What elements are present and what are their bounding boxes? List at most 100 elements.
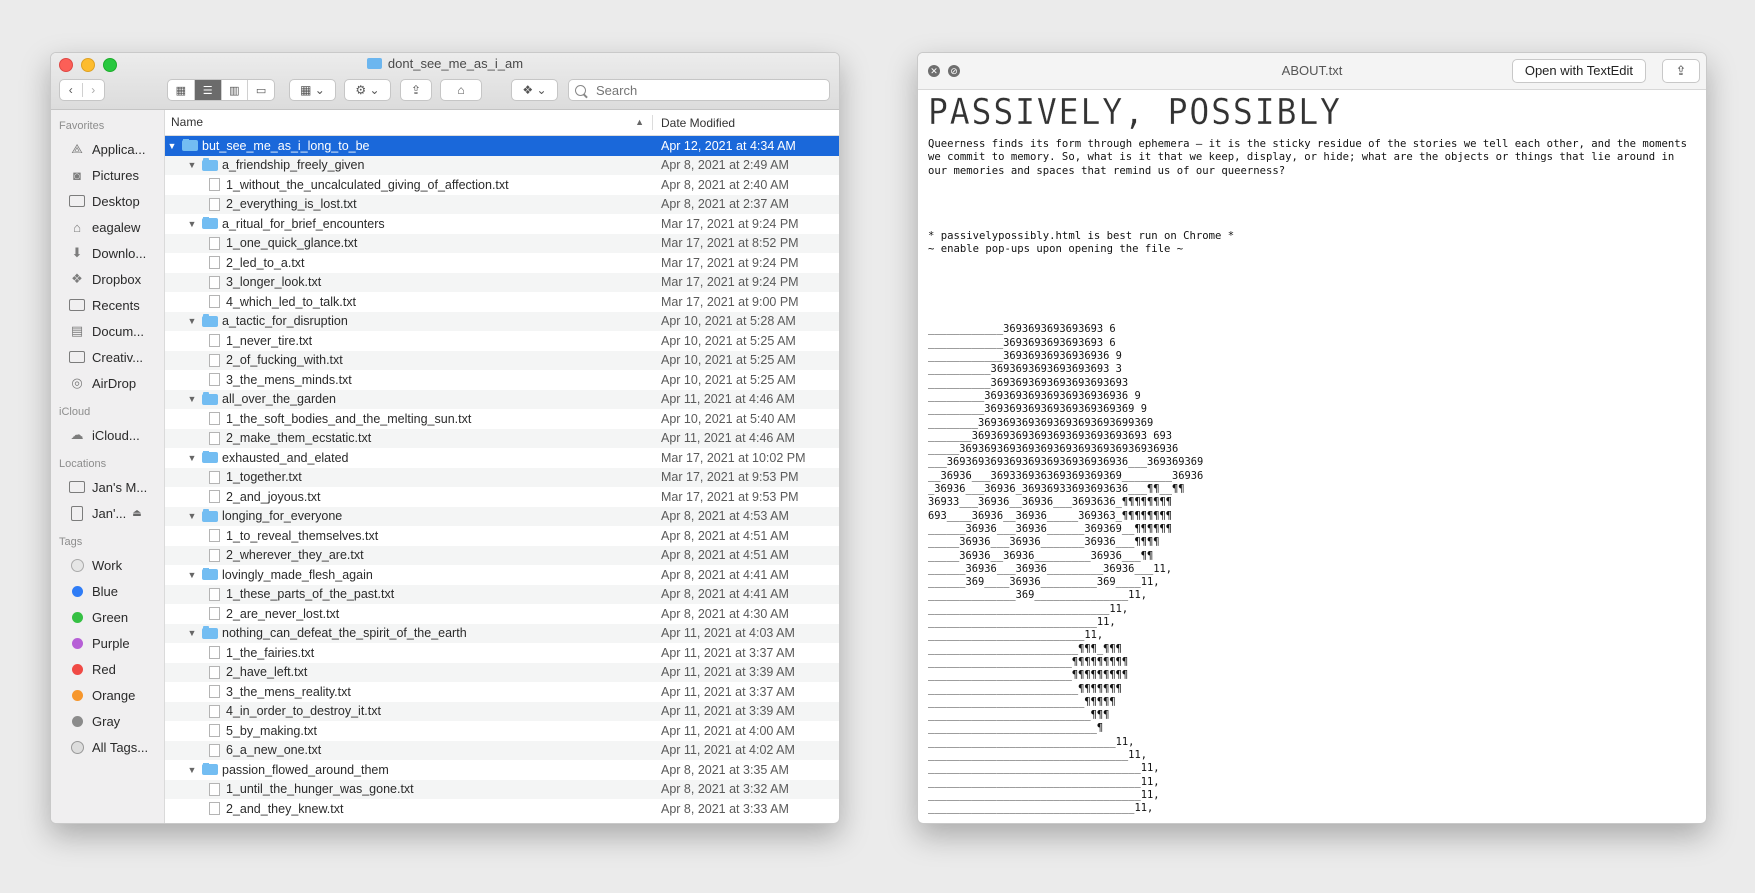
eject-icon[interactable]: ⏏ [132, 508, 141, 519]
quicklook-window: ✕ ⊘ ABOUT.txt Open with TextEdit ⇪ PASSI… [917, 52, 1707, 824]
file-row[interactable]: 1_never_tire.txt Apr 10, 2021 at 5:25 AM [165, 331, 839, 351]
row-name: a_tactic_for_disruption [222, 314, 348, 329]
folder-icon [202, 216, 218, 230]
action-button[interactable]: ⚙ ⌄ [344, 79, 391, 101]
disclosure-triangle-icon[interactable]: ▼ [185, 160, 199, 170]
forward-chevron-icon[interactable]: › [83, 83, 105, 97]
file-row[interactable]: 1_to_reveal_themselves.txt Apr 8, 2021 at… [165, 526, 839, 546]
file-row[interactable]: 3_longer_look.txt Mar 17, 2021 at 9:24 PM [165, 272, 839, 292]
folder-row[interactable]: ▼ passion_flowed_around_them Apr 8, 2021 a… [165, 760, 839, 780]
folder-row[interactable]: ▼ longing_for_everyone Apr 8, 2021 at 4:53… [165, 506, 839, 526]
sidebar-item-airdrop[interactable]: ◎ AirDrop [51, 370, 164, 396]
open-with-textedit-button[interactable]: Open with TextEdit [1511, 59, 1646, 83]
search-field[interactable] [568, 79, 830, 101]
disclosure-triangle-icon[interactable]: ▼ [185, 316, 199, 326]
sidebar-item-label: Creativ... [92, 349, 144, 365]
row-date: Apr 12, 2021 at 4:34 AM [661, 138, 796, 153]
icon-view-icon[interactable]: ▦ [168, 80, 195, 100]
folder-row[interactable]: ▼ all_over_the_garden Apr 11, 2021 at 4:46… [165, 389, 839, 409]
sidebar-section-tags: Tags [59, 536, 83, 548]
name-column-header[interactable]: Name ▲ [165, 115, 653, 130]
folder-row[interactable]: ▼ but_see_me_as_i_long_to_be Apr 12, 2021 … [165, 136, 839, 156]
file-row[interactable]: 2_make_them_ecstatic.txt Apr 11, 2021 at … [165, 428, 839, 448]
sidebar-item-disk[interactable]: Jan'... ⏏ [51, 500, 164, 526]
disclosure-triangle-icon[interactable]: ▼ [185, 765, 199, 775]
sidebar-tag-green[interactable]: Green [51, 604, 164, 630]
disclosure-triangle-icon[interactable]: ▼ [185, 219, 199, 229]
file-row[interactable]: 4_in_order_to_destroy_it.txt Apr 11, 2021… [165, 701, 839, 721]
share-button[interactable]: ⇪ [400, 79, 432, 101]
file-row[interactable]: 2_and_they_knew.txt Apr 8, 2021 at 3:33 A… [165, 799, 839, 819]
text-file-icon [209, 197, 220, 211]
share-icon[interactable]: ⇪ [1662, 59, 1700, 83]
sidebar-tag-purple[interactable]: Purple [51, 630, 164, 656]
list-view-icon[interactable]: ☰ [194, 80, 222, 100]
file-row[interactable]: 2_led_to_a.txt Mar 17, 2021 at 9:24 PM [165, 253, 839, 273]
sidebar-tag-gray[interactable]: Gray [51, 708, 164, 734]
folder-row[interactable]: ▼ exhausted_and_elated Mar 17, 2021 at 10:… [165, 448, 839, 468]
sidebar-tag-orange[interactable]: Orange [51, 682, 164, 708]
sidebar-tag-red[interactable]: Red [51, 656, 164, 682]
file-row[interactable]: 1_the_soft_bodies_and_the_melting_sun.tx… [165, 409, 839, 429]
file-row[interactable]: 1_without_the_uncalculated_giving_of_aff… [165, 175, 839, 195]
sidebar-item-icloud-drive[interactable]: ☁ iCloud... [51, 422, 164, 448]
sidebar-tag-blue[interactable]: Blue [51, 578, 164, 604]
file-row[interactable]: 2_of_fucking_with.txt Apr 10, 2021 at 5:2… [165, 350, 839, 370]
tag-button[interactable]: ⌂ [440, 79, 482, 101]
disclosure-triangle-icon[interactable]: ▼ [165, 141, 179, 151]
file-row[interactable]: 4_which_led_to_talk.txt Mar 17, 2021 at 9… [165, 292, 839, 312]
file-row[interactable]: 1_until_the_hunger_was_gone.txt Apr 8, 20… [165, 779, 839, 799]
file-row[interactable]: 1_one_quick_glance.txt Mar 17, 2021 at 8:… [165, 233, 839, 253]
sidebar-item-home[interactable]: ⌂ eagalew [51, 214, 164, 240]
file-row[interactable]: 3_the_mens_minds.txt Apr 10, 2021 at 5:25… [165, 370, 839, 390]
file-row[interactable]: 2_are_never_lost.txt Apr 8, 2021 at 4:30 … [165, 604, 839, 624]
sidebar-item-label: AirDrop [92, 375, 137, 391]
sidebar-item-dropbox[interactable]: ❖ Dropbox [51, 266, 164, 292]
file-row[interactable]: 1_these_parts_of_the_past.txt Apr 8, 2021… [165, 584, 839, 604]
folder-row[interactable]: ▼ lovingly_made_flesh_again Apr 8, 2021 at… [165, 565, 839, 585]
disclosure-triangle-icon[interactable]: ▼ [185, 511, 199, 521]
folder-row[interactable]: ▼ nothing_can_defeat_the_spirit_of_the_ea… [165, 623, 839, 643]
dropbox-icon: ❖ ⌄ [522, 83, 547, 97]
folder-row[interactable]: ▼ a_ritual_for_brief_encounters Mar 17, 20… [165, 214, 839, 234]
sidebar-item-creative[interactable]: Creativ... [51, 344, 164, 370]
sidebar-tag-alltags[interactable]: All Tags... [51, 734, 164, 760]
dropbox-button[interactable]: ❖ ⌄ [511, 79, 558, 101]
file-row[interactable]: 2_and_joyous.txt Mar 17, 2021 at 9:53 PM [165, 487, 839, 507]
sidebar-tag-work[interactable]: Work [51, 552, 164, 578]
file-row[interactable]: 2_wherever_they_are.txt Apr 8, 2021 at 4:… [165, 545, 839, 565]
file-row[interactable]: 3_the_mens_reality.txt Apr 11, 2021 at 3:… [165, 682, 839, 702]
folder-icon [202, 450, 218, 464]
sidebar-item-computer[interactable]: Jan's M... [51, 474, 164, 500]
row-name-cell: ▼ a_tactic_for_disruption [165, 314, 653, 328]
back-chevron-icon[interactable]: ‹ [60, 83, 83, 97]
sidebar-item-pictures[interactable]: ◙ Pictures [51, 162, 164, 188]
file-row[interactable]: 1_together.txt Mar 17, 2021 at 9:53 PM [165, 467, 839, 487]
row-name-cell: 4_which_led_to_talk.txt [165, 295, 653, 309]
disclosure-triangle-icon[interactable]: ▼ [185, 394, 199, 404]
sidebar-item-documents[interactable]: ▤ Docum... [51, 318, 164, 344]
disclosure-triangle-icon[interactable]: ▼ [185, 453, 199, 463]
row-date: Mar 17, 2021 at 8:52 PM [661, 236, 799, 251]
sidebar-item-recents[interactable]: Recents [51, 292, 164, 318]
file-row[interactable]: 2_everything_is_lost.txt Apr 8, 2021 at 2… [165, 194, 839, 214]
search-input[interactable] [594, 81, 798, 99]
sidebar-item-downloads[interactable]: ⬇ Downlo... [51, 240, 164, 266]
disclosure-triangle-icon[interactable]: ▼ [185, 570, 199, 580]
file-row[interactable]: 2_have_left.txt Apr 11, 2021 at 3:39 AM [165, 662, 839, 682]
row-name: 1_to_reveal_themselves.txt [226, 528, 379, 543]
file-row[interactable]: 6_a_new_one.txt Apr 11, 2021 at 4:02 AM [165, 740, 839, 760]
sidebar-item-desktop[interactable]: Desktop [51, 188, 164, 214]
folder-row[interactable]: ▼ a_tactic_for_disruption Apr 10, 2021 at … [165, 311, 839, 331]
date-column-header[interactable]: Date Modified [653, 116, 735, 130]
gallery-view-icon[interactable]: ▭ [248, 80, 274, 100]
row-date: Apr 10, 2021 at 5:25 AM [661, 333, 796, 348]
text-file-icon [209, 295, 220, 309]
file-row[interactable]: 5_by_making.txt Apr 11, 2021 at 4:00 AM [165, 721, 839, 741]
sidebar-item-applications[interactable]: ⟁ Applica... [51, 136, 164, 162]
column-view-icon[interactable]: ▥ [222, 80, 249, 100]
file-row[interactable]: 1_the_fairies.txt Apr 11, 2021 at 3:37 AM [165, 643, 839, 663]
group-by-button[interactable]: ▦ ⌄ [289, 79, 336, 101]
disclosure-triangle-icon[interactable]: ▼ [185, 628, 199, 638]
folder-row[interactable]: ▼ a_friendship_freely_given Apr 8, 2021 at… [165, 155, 839, 175]
